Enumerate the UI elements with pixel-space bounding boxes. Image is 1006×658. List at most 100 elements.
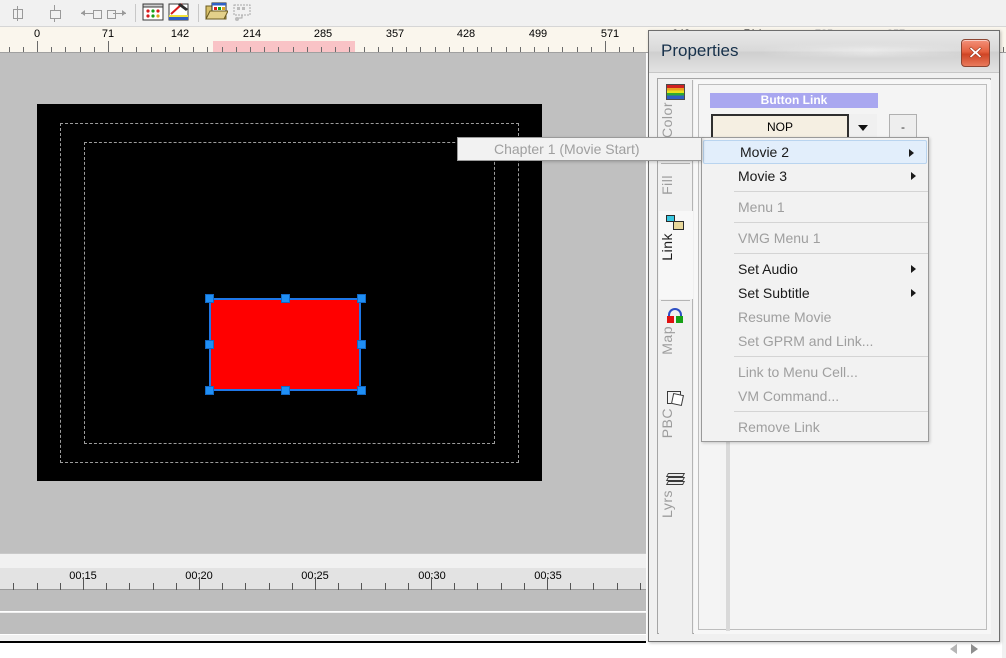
tab-divider [661, 163, 690, 164]
timeline-tick [315, 577, 316, 590]
tab-pbc[interactable]: PBC [659, 386, 692, 464]
red-rectangle[interactable] [209, 298, 361, 391]
menu-item: Resume Movie [702, 305, 928, 329]
align-right-icon[interactable] [105, 2, 129, 25]
menu-separator [734, 222, 928, 223]
submenu-item-label: Chapter 1 (Movie Start) [494, 141, 640, 157]
magic-wand-icon[interactable] [168, 2, 192, 25]
timeline-track[interactable] [0, 590, 646, 612]
align-left-icon[interactable] [79, 2, 103, 25]
timeline-tick [269, 583, 270, 590]
ruler-selection-highlight [213, 41, 355, 52]
menu-item-gutter [702, 257, 732, 281]
timeline-tick [617, 583, 618, 590]
tab-lyrs[interactable]: Lyrs [659, 468, 692, 546]
ruler-tick-label: 0 [33, 28, 41, 40]
resize-handle-e[interactable] [357, 340, 366, 349]
menu-separator [734, 191, 928, 192]
scroll-left-arrow[interactable] [944, 640, 962, 658]
menu-item: Menu 1 [702, 195, 928, 219]
menu-item: VMG Menu 1 [702, 226, 928, 250]
ruler-tick [605, 41, 606, 52]
button-link-header: Button Link [710, 93, 878, 108]
close-icon [969, 46, 982, 59]
timeline-tick [361, 583, 362, 590]
open-project-icon[interactable] [205, 2, 229, 25]
resize-handle-se[interactable] [357, 386, 366, 395]
ruler-tick [108, 41, 109, 52]
toolbar-separator-2 [198, 4, 199, 22]
timeline-tick [292, 583, 293, 590]
distribute-vertical-icon[interactable] [43, 2, 67, 25]
timeline-tick [640, 583, 641, 590]
preview-icon[interactable] [231, 2, 255, 25]
action-safe-guide [84, 142, 495, 444]
menu-item: Set GPRM and Link... [702, 329, 928, 353]
map-icon [666, 308, 685, 324]
menu-item-label: VMG Menu 1 [738, 230, 821, 246]
submenu-arrow-icon [911, 289, 916, 297]
menu-item-gutter [702, 281, 732, 305]
ruler-tick-label: 214 [242, 28, 262, 40]
timeline-tick [477, 583, 478, 590]
tab-label: Fill [659, 175, 675, 195]
timeline-tick [106, 583, 107, 590]
menu-item[interactable]: Set Audio [702, 257, 928, 281]
ruler-tick-label: 428 [456, 28, 476, 40]
canvas-workspace[interactable] [0, 53, 646, 553]
menu-item-label: Set GPRM and Link... [738, 333, 874, 349]
ruler-tick-label: 142 [170, 28, 190, 40]
resize-handle-sw[interactable] [205, 386, 214, 395]
timeline-tick [60, 583, 61, 590]
ruler-tick-label: 285 [313, 28, 333, 40]
menu-item-label: Set Subtitle [738, 285, 810, 301]
tab-label: Color [659, 102, 675, 138]
tab-label: PBC [659, 408, 675, 439]
toolbar-separator [135, 4, 136, 22]
menu-item: VM Command... [702, 384, 928, 408]
menu-item-gutter [702, 195, 732, 219]
layers-icon [665, 472, 686, 488]
timeline-ruler[interactable]: 00:15 00:20 00:25 00:30 00:35 [0, 568, 646, 590]
dialog-title-bar[interactable]: Properties [649, 31, 999, 73]
menu-item-label: Set Audio [738, 261, 798, 277]
timeline-tick [408, 583, 409, 590]
menu-item[interactable]: Movie 2 [703, 140, 927, 164]
timeline-track[interactable] [0, 613, 646, 635]
tab-map[interactable]: Map [659, 304, 692, 382]
timeline-tick [176, 583, 177, 590]
menu-item[interactable]: Movie 3 [702, 164, 928, 188]
menu-separator [734, 356, 928, 357]
resize-handle-s[interactable] [281, 386, 290, 395]
resize-handle-w[interactable] [205, 340, 214, 349]
close-button[interactable] [961, 39, 990, 67]
pbc-icon [666, 390, 685, 407]
resize-handle-ne[interactable] [357, 294, 366, 303]
resize-handle-n[interactable] [281, 294, 290, 303]
timeline-tick [153, 583, 154, 590]
menu-item: Link to Menu Cell... [702, 360, 928, 384]
link-context-menu[interactable]: Movie 2 Movie 3 Menu 1 VMG Menu 1 Set Audio S… [701, 137, 929, 442]
menu-item-gutter [702, 415, 732, 439]
menu-item-gutter [702, 360, 732, 384]
link-submenu[interactable]: Chapter 1 (Movie Start) [457, 137, 702, 161]
menu-item-gutter [702, 226, 732, 250]
timeline-tick [385, 583, 386, 590]
timeline-tick [501, 583, 502, 590]
menu-item-gutter [704, 141, 734, 163]
tab-link[interactable]: Link [659, 211, 693, 299]
properties-tabstrip[interactable]: Color Fill Link Map PBC Lyrs [659, 80, 693, 634]
align-top-icon[interactable] [7, 2, 31, 25]
timeline-panel[interactable]: 00:15 00:20 00:25 00:30 00:35 [0, 553, 646, 641]
submenu-arrow-icon [911, 265, 916, 273]
timeline-tick-label: 00:35 [534, 570, 562, 582]
ruler-tick-label: 571 [600, 28, 620, 40]
menu-item-label: Resume Movie [738, 309, 832, 325]
menu-item: Remove Link [702, 415, 928, 439]
scroll-right-arrow[interactable] [966, 640, 984, 658]
color-palette-icon[interactable] [142, 2, 166, 25]
ruler-tick [37, 41, 38, 52]
ruler-tick-label: 71 [101, 28, 115, 40]
menu-item[interactable]: Set Subtitle [702, 281, 928, 305]
resize-handle-nw[interactable] [205, 294, 214, 303]
